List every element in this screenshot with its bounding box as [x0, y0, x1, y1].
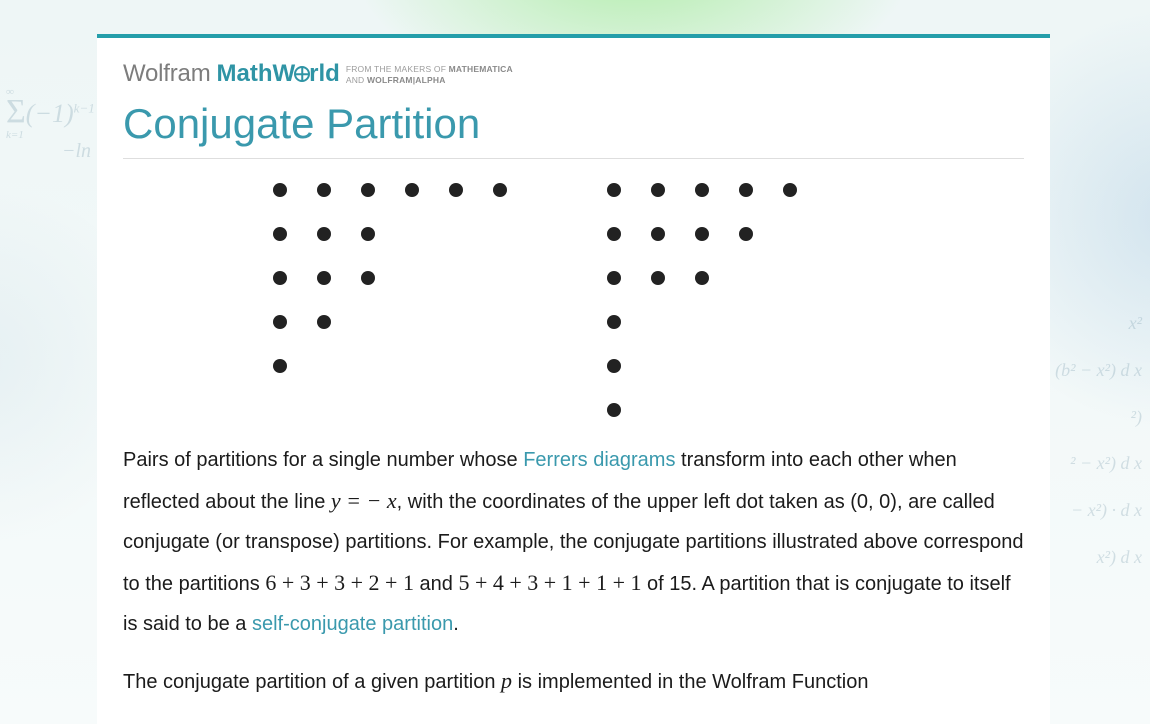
- dot-icon: [783, 183, 797, 197]
- dot-icon: [607, 403, 621, 417]
- dot-icon: [449, 183, 463, 197]
- dot-icon: [317, 271, 331, 285]
- dot-icon: [651, 271, 665, 285]
- logo-wolfram-text: Wolfram: [123, 60, 211, 88]
- paragraph-2: The conjugate partition of a given parti…: [123, 660, 1024, 703]
- dot-icon: [695, 227, 709, 241]
- dot-icon: [695, 271, 709, 285]
- dot-icon: [317, 183, 331, 197]
- math-p: p: [501, 668, 512, 693]
- dot-icon: [273, 359, 287, 373]
- dot-icon: [739, 183, 753, 197]
- ferrers-row: [607, 227, 797, 241]
- dot-icon: [607, 359, 621, 373]
- ferrers-row: [607, 183, 797, 197]
- dot-icon: [607, 271, 621, 285]
- dot-icon: [317, 315, 331, 329]
- dot-icon: [607, 183, 621, 197]
- dot-icon: [651, 227, 665, 241]
- dot-icon: [493, 183, 507, 197]
- ferrers-row: [607, 271, 797, 285]
- logo-mathworld-text: MathWrld: [217, 60, 340, 88]
- math-partition-1: 6 + 3 + 3 + 2 + 1: [265, 570, 414, 595]
- ferrers-left: [273, 183, 507, 417]
- article-body: Pairs of partitions for a single number …: [123, 441, 1024, 703]
- article-page: Wolfram MathWrld FROM THE MAKERS OF MATH…: [97, 34, 1050, 724]
- logo-tagline: FROM THE MAKERS OF MATHEMATICA AND WOLFR…: [346, 60, 513, 85]
- dot-icon: [361, 271, 375, 285]
- dot-icon: [361, 227, 375, 241]
- globe-icon: [294, 66, 310, 82]
- dot-icon: [273, 183, 287, 197]
- math-y-eq-neg-x: y = − x: [331, 488, 397, 513]
- dot-icon: [317, 227, 331, 241]
- ferrers-diagrams: [123, 159, 1024, 441]
- dot-icon: [273, 315, 287, 329]
- dot-icon: [607, 227, 621, 241]
- site-logo[interactable]: Wolfram MathWrld FROM THE MAKERS OF MATH…: [123, 60, 1024, 88]
- ferrers-row: [273, 315, 507, 329]
- dot-icon: [361, 183, 375, 197]
- ferrers-row: [607, 359, 797, 373]
- dot-icon: [739, 227, 753, 241]
- dot-icon: [273, 271, 287, 285]
- ferrers-row: [273, 359, 507, 373]
- ferrers-row: [273, 183, 507, 197]
- dot-icon: [405, 183, 419, 197]
- dot-icon: [695, 183, 709, 197]
- ferrers-row: [607, 403, 797, 417]
- link-self-conjugate-partition[interactable]: self-conjugate partition: [252, 613, 453, 635]
- dot-icon: [273, 227, 287, 241]
- ferrers-row: [273, 271, 507, 285]
- paragraph-1: Pairs of partitions for a single number …: [123, 441, 1024, 644]
- ferrers-row: [273, 227, 507, 241]
- dot-icon: [607, 315, 621, 329]
- link-ferrers-diagrams[interactable]: Ferrers diagrams: [523, 449, 675, 471]
- page-title: Conjugate Partition: [123, 100, 1024, 159]
- dot-icon: [651, 183, 665, 197]
- math-partition-2: 5 + 4 + 3 + 1 + 1 + 1: [458, 570, 641, 595]
- ferrers-right: [607, 183, 797, 417]
- ferrers-row: [607, 315, 797, 329]
